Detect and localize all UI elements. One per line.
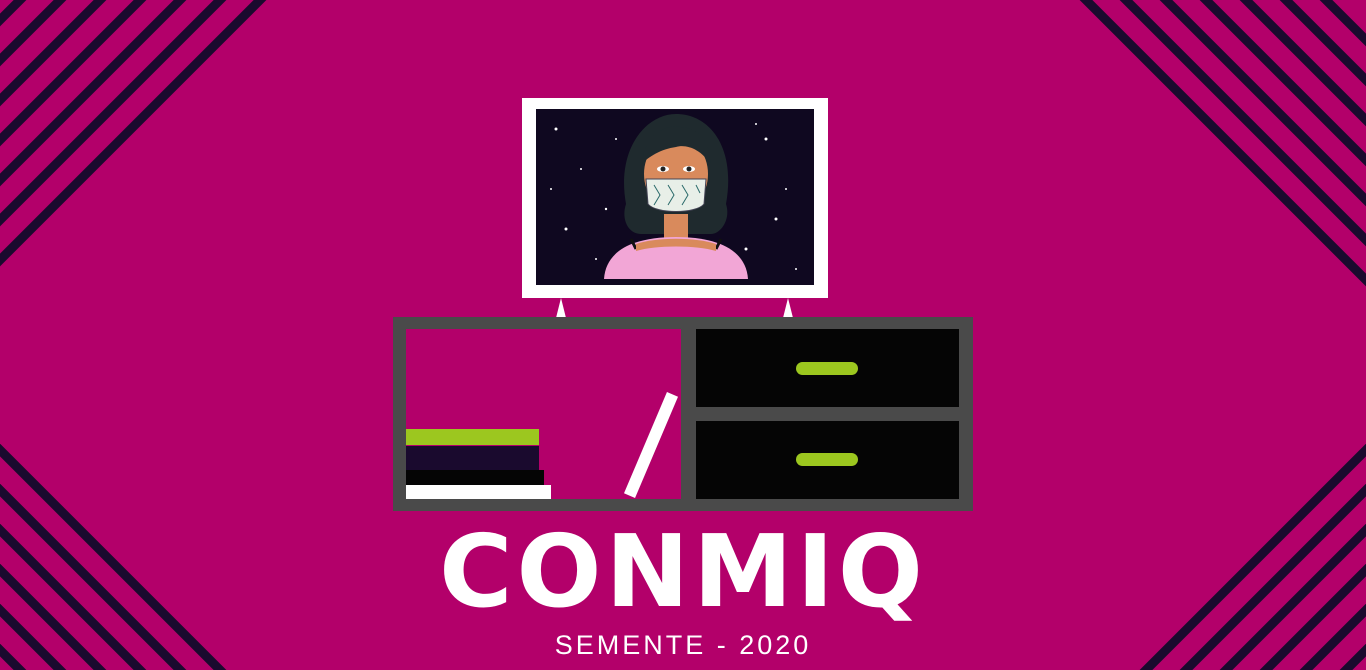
drawer-handle-icon: [796, 362, 858, 375]
tv-leg-left: [556, 298, 566, 318]
subtitle: SEMENTE - 2020: [554, 630, 812, 660]
woman-with-mask-illustration: [550, 114, 797, 279]
tv-icon: [522, 98, 828, 298]
drawer-bottom: [696, 421, 959, 499]
book-white: [406, 485, 551, 499]
tv-leg-right: [783, 298, 793, 318]
book-black: [406, 470, 544, 485]
books-icon: [406, 429, 539, 445]
drawer-top: [696, 329, 959, 407]
tv-screen: [536, 109, 814, 285]
drawer-handle-icon: [796, 453, 858, 466]
main-title: CONMIQ: [439, 513, 927, 630]
book-dark: [406, 446, 539, 470]
cabinet-icon: [393, 317, 973, 511]
